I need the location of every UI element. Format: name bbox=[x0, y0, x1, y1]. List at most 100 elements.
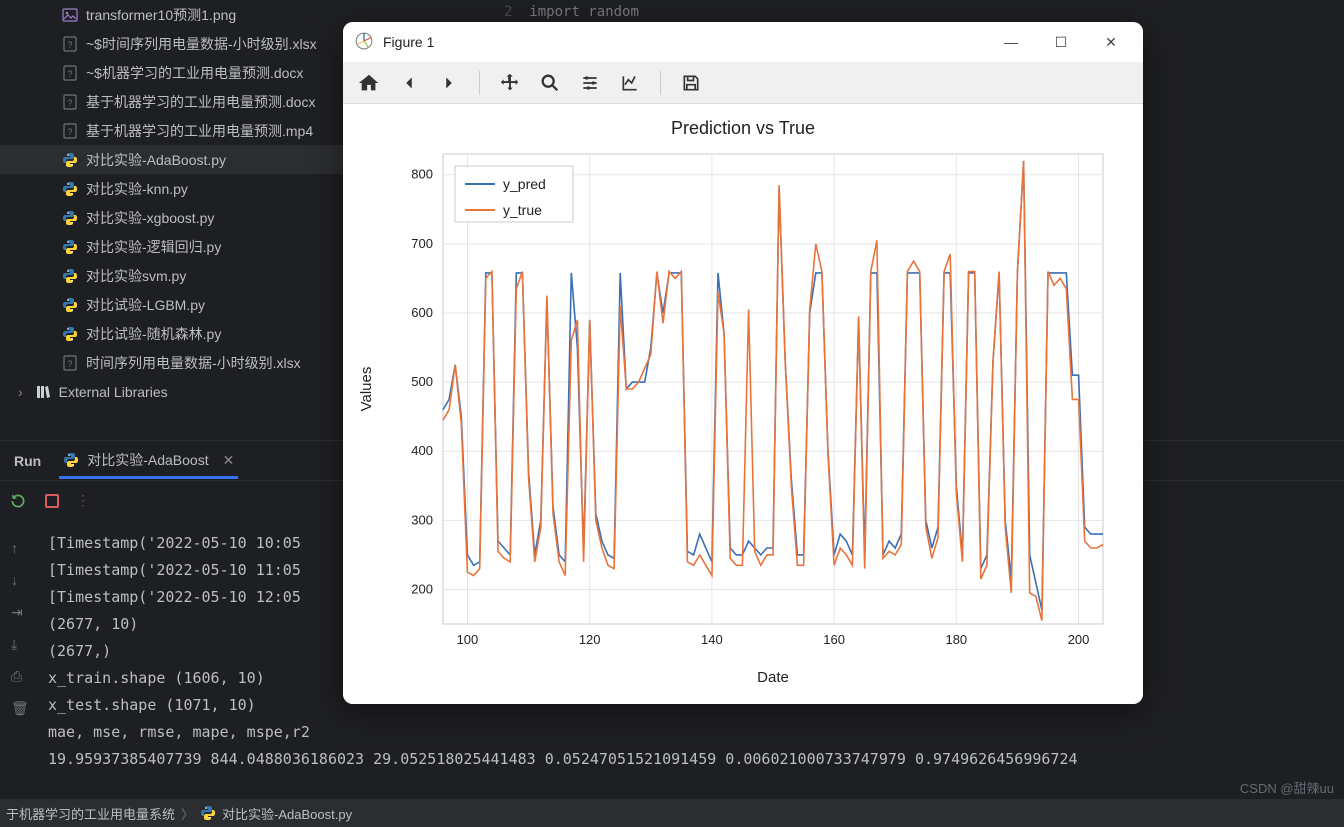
py-icon bbox=[62, 239, 78, 255]
run-label: Run bbox=[14, 453, 41, 469]
home-icon[interactable] bbox=[355, 69, 383, 97]
py-icon bbox=[62, 268, 78, 284]
back-icon[interactable] bbox=[395, 69, 423, 97]
py-icon bbox=[62, 326, 78, 342]
file-name: 对比实验svm.py bbox=[86, 266, 186, 286]
file-name: 基于机器学习的工业用电量预测.docx bbox=[86, 92, 315, 112]
py-icon bbox=[62, 210, 78, 226]
watermark: CSDN @甜辣uu bbox=[1240, 778, 1334, 797]
file-item[interactable]: ? ~$时间序列用电量数据-小时级别.xlsx bbox=[0, 29, 343, 58]
python-icon bbox=[63, 452, 79, 468]
close-icon[interactable]: ✕ bbox=[1091, 27, 1131, 57]
file-name: 基于机器学习的工业用电量预测.mp4 bbox=[86, 121, 313, 141]
svg-text:180: 180 bbox=[945, 632, 967, 647]
chevron-right-icon: › bbox=[18, 384, 23, 400]
matplotlib-icon bbox=[355, 32, 373, 53]
figure-titlebar[interactable]: Figure 1 ― ☐ ✕ bbox=[343, 22, 1143, 62]
unk-icon: ? bbox=[62, 123, 78, 139]
file-item[interactable]: 对比实验svm.py bbox=[0, 261, 343, 290]
svg-text:?: ? bbox=[67, 98, 72, 108]
svg-text:Values: Values bbox=[358, 367, 375, 412]
matplotlib-figure-window[interactable]: Figure 1 ― ☐ ✕ 1001201401601802002003004… bbox=[343, 22, 1143, 704]
forward-icon[interactable] bbox=[435, 69, 463, 97]
svg-text:200: 200 bbox=[1068, 632, 1090, 647]
file-item[interactable]: 对比实验-逻辑回归.py bbox=[0, 232, 343, 261]
file-name: 对比试验-随机森林.py bbox=[86, 324, 221, 344]
maximize-icon[interactable]: ☐ bbox=[1041, 27, 1081, 57]
breadcrumb[interactable]: 于机器学习的工业用电量系统 〉 对比实验-AdaBoost.py bbox=[0, 799, 1344, 827]
breadcrumb-file[interactable]: 对比实验-AdaBoost.py bbox=[222, 804, 352, 823]
matplotlib-toolbar bbox=[343, 62, 1143, 104]
run-tab-label: 对比实验-AdaBoost bbox=[87, 450, 208, 470]
svg-text:120: 120 bbox=[579, 632, 601, 647]
file-item[interactable]: 对比试验-LGBM.py bbox=[0, 290, 343, 319]
file-item[interactable]: ? 时间序列用电量数据-小时级别.xlsx bbox=[0, 348, 343, 377]
down-arrow-icon[interactable]: ↓ bbox=[11, 572, 29, 590]
breadcrumb-folder[interactable]: 于机器学习的工业用电量系统 bbox=[6, 804, 175, 823]
file-item[interactable]: ? 基于机器学习的工业用电量预测.mp4 bbox=[0, 116, 343, 145]
py-icon bbox=[62, 181, 78, 197]
up-arrow-icon[interactable]: ↑ bbox=[11, 540, 29, 558]
stop-icon[interactable] bbox=[42, 491, 62, 511]
svg-text:700: 700 bbox=[411, 236, 433, 251]
file-name: ~$时间序列用电量数据-小时级别.xlsx bbox=[86, 34, 317, 54]
editor-area bbox=[343, 0, 1344, 22]
file-name: 对比实验-AdaBoost.py bbox=[86, 150, 226, 170]
py-icon bbox=[62, 297, 78, 313]
file-item[interactable]: 对比试验-随机森林.py bbox=[0, 319, 343, 348]
file-item[interactable]: 对比实验-xgboost.py bbox=[0, 203, 343, 232]
svg-text:y_true: y_true bbox=[503, 202, 542, 218]
editor-line-hint: 2 import random bbox=[500, 0, 643, 24]
print-icon[interactable]: ⎙ bbox=[11, 668, 29, 686]
unk-icon: ? bbox=[62, 355, 78, 371]
file-name: 对比实验-xgboost.py bbox=[86, 208, 214, 228]
svg-text:?: ? bbox=[67, 40, 72, 50]
file-item[interactable]: transformer10预测1.png bbox=[0, 0, 343, 29]
svg-text:?: ? bbox=[67, 69, 72, 79]
figure-window-title: Figure 1 bbox=[383, 34, 981, 50]
file-item[interactable]: 对比实验-AdaBoost.py bbox=[0, 145, 343, 174]
unk-icon: ? bbox=[62, 65, 78, 81]
file-item[interactable]: 对比实验-knn.py bbox=[0, 174, 343, 203]
axes-icon[interactable] bbox=[616, 69, 644, 97]
svg-text:400: 400 bbox=[411, 443, 433, 458]
scroll-icon[interactable]: ⤓ bbox=[11, 636, 29, 654]
library-icon bbox=[35, 384, 51, 400]
img-icon bbox=[62, 7, 78, 23]
svg-text:600: 600 bbox=[411, 305, 433, 320]
pan-icon[interactable] bbox=[496, 69, 524, 97]
plot-canvas[interactable]: 100120140160180200200300400500600700800P… bbox=[343, 104, 1143, 704]
file-name: 时间序列用电量数据-小时级别.xlsx bbox=[86, 353, 301, 373]
file-item[interactable]: ? ~$机器学习的工业用电量预测.docx bbox=[0, 58, 343, 87]
file-name: 对比试验-LGBM.py bbox=[86, 295, 205, 315]
svg-text:500: 500 bbox=[411, 374, 433, 389]
file-name: ~$机器学习的工业用电量预测.docx bbox=[86, 63, 303, 83]
wrap-icon[interactable]: ⇥ bbox=[11, 604, 29, 622]
close-icon[interactable]: ✕ bbox=[223, 452, 235, 469]
run-tab[interactable]: 对比实验-AdaBoost ✕ bbox=[59, 442, 238, 479]
svg-text:800: 800 bbox=[411, 167, 433, 182]
svg-text:Date: Date bbox=[757, 669, 789, 686]
svg-text:100: 100 bbox=[457, 632, 479, 647]
configure-icon[interactable] bbox=[576, 69, 604, 97]
py-icon bbox=[62, 152, 78, 168]
svg-text:?: ? bbox=[67, 127, 72, 137]
file-item[interactable]: ? 基于机器学习的工业用电量预测.docx bbox=[0, 87, 343, 116]
svg-text:y_pred: y_pred bbox=[503, 176, 546, 192]
unk-icon: ? bbox=[62, 94, 78, 110]
svg-text:?: ? bbox=[67, 359, 72, 369]
minimize-icon[interactable]: ― bbox=[991, 27, 1031, 57]
zoom-icon[interactable] bbox=[536, 69, 564, 97]
trash-icon[interactable]: 🗑 bbox=[11, 700, 29, 718]
project-tree[interactable]: transformer10预测1.png? ~$时间序列用电量数据-小时级别.xl… bbox=[0, 0, 343, 440]
svg-text:300: 300 bbox=[411, 512, 433, 527]
file-name: transformer10预测1.png bbox=[86, 5, 236, 25]
external-libraries-label: External Libraries bbox=[59, 384, 168, 400]
file-name: 对比实验-逻辑回归.py bbox=[86, 237, 221, 257]
unk-icon: ? bbox=[62, 36, 78, 52]
svg-text:Prediction vs True: Prediction vs True bbox=[671, 118, 815, 138]
svg-text:200: 200 bbox=[411, 581, 433, 596]
save-icon[interactable] bbox=[677, 69, 705, 97]
external-libraries[interactable]: › External Libraries bbox=[0, 377, 343, 406]
rerun-icon[interactable] bbox=[8, 491, 28, 511]
